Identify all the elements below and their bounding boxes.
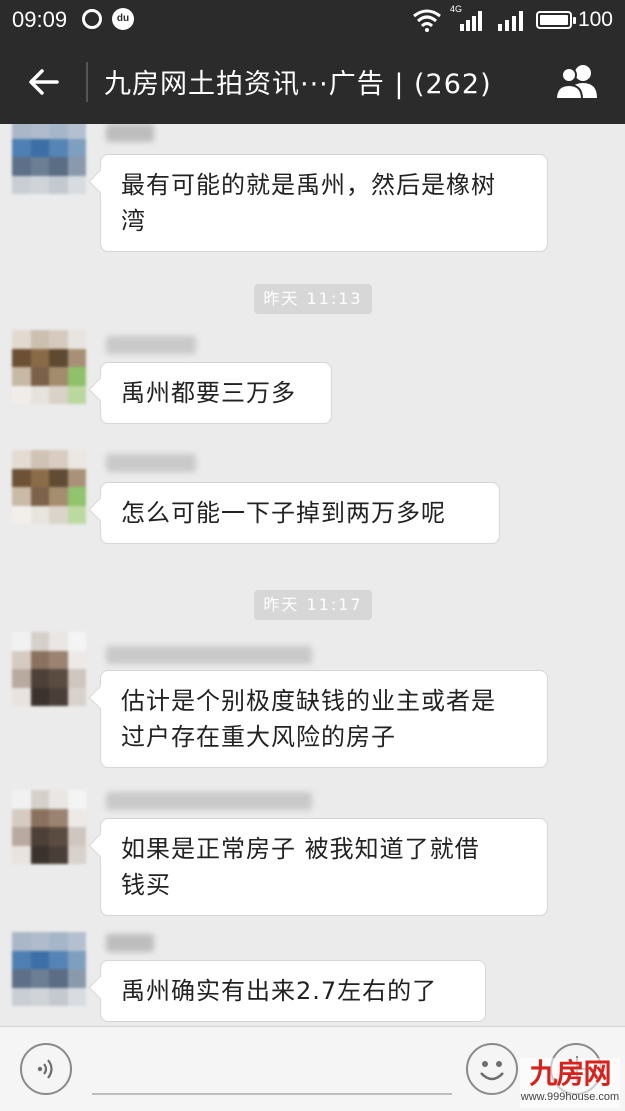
wifi-icon [413,9,441,32]
status-time: 09:09 [12,7,68,32]
watermark-logo: 九房网 [529,1057,611,1090]
message-bubble[interactable]: 禹州都要三万多 [100,362,332,424]
message-text-line: 最有可能的就是禹州，然后是橡树 [121,171,496,199]
message-bubble[interactable]: 最有可能的就是禹州，然后是橡树 湾 [100,154,548,252]
message-bubble[interactable]: 禹州确实有出来2.7左右的了 [100,960,486,1022]
message-text: 怎么可能一下子掉到两万多呢 [121,499,446,527]
emoji-button[interactable] [466,1043,518,1095]
avatar[interactable] [12,632,86,706]
baidu-du-icon: du [112,8,134,30]
sender-name-blurred [106,646,312,664]
sender-name-blurred [106,934,154,952]
chat-message-list[interactable]: 最有可能的就是禹州，然后是橡树 湾 昨天 11:13 禹州都要三万多 怎么可能一… [0,124,625,1026]
status-indicators: 4G 100 [412,4,613,34]
group-members-icon [554,65,597,100]
battery-indicator: 100 [535,8,613,32]
signal-4g: 4G [450,4,486,32]
battery-text: 100 [577,8,613,31]
message-bubble[interactable]: 估计是个别极度缺钱的业主或者是 过户存在重大风险的房子 [100,670,548,768]
avatar[interactable] [12,790,86,864]
status-bar: 09:09 du 4G 100 [0,0,625,40]
voice-input-button[interactable] [20,1043,72,1095]
battery-icon [535,11,576,29]
avatar[interactable] [12,932,86,1006]
brand-watermark: 九房网 www.999house.com [520,1058,620,1108]
sender-name-blurred [106,336,196,354]
avatar[interactable] [12,330,86,404]
group-members-button[interactable] [553,62,603,102]
message-text-line: 钱买 [121,871,171,899]
message-text: 禹州确实有出来2.7左右的了 [121,977,438,1005]
sender-name-blurred [106,454,196,472]
back-button[interactable] [22,60,66,104]
emoji-icon [480,1061,504,1081]
message-text-line: 过户存在重大风险的房子 [121,723,396,751]
message-input[interactable] [92,1045,452,1095]
timestamp: 昨天 11:17 [254,590,372,620]
back-arrow-icon [29,69,59,95]
signal-icon [497,11,523,31]
netease-music-icon [82,9,102,29]
battery-fill [539,15,568,25]
message-text-line: 估计是个别极度缺钱的业主或者是 [121,687,496,715]
sender-name-blurred [106,124,154,142]
chat-header: 九房网土拍资讯···广告 | (262) [0,40,625,124]
message-bubble[interactable]: 如果是正常房子 被我知道了就借 钱买 [100,818,548,916]
sender-name-blurred [106,792,312,810]
network-type-label: 4G [449,4,462,14]
message-text-line: 湾 [121,207,146,235]
watermark-url: www.999house.com [520,1091,620,1103]
avatar[interactable] [12,124,86,194]
message-text: 禹州都要三万多 [121,379,296,407]
chat-title: 九房网土拍资讯···广告 | (262) [104,69,492,100]
avatar[interactable] [12,450,86,524]
message-text-line: 如果是正常房子 被我知道了就借 [121,835,480,863]
header-divider [86,62,88,102]
voice-icon [37,1059,53,1079]
message-bubble[interactable]: 怎么可能一下子掉到两万多呢 [100,482,500,544]
timestamp: 昨天 11:13 [254,284,372,314]
